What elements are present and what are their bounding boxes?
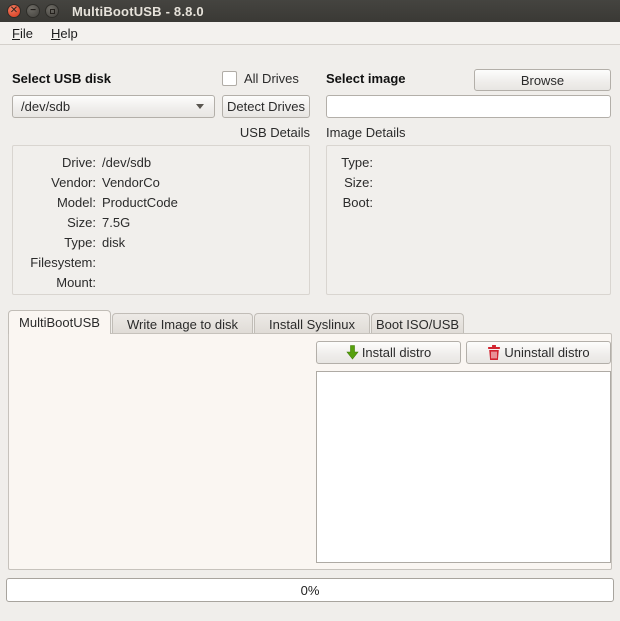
trash-icon [487,345,501,360]
browse-button[interactable]: Browse [474,69,611,91]
tab-write-image-to-disk[interactable]: Write Image to disk [112,313,253,334]
usb-detail-drive: Drive:/dev/sdb [13,153,309,173]
all-drives-label: All Drives [244,71,299,86]
minimize-icon: − [30,6,36,16]
uninstall-distro-button[interactable]: Uninstall distro [466,341,611,364]
usb-detail-model: Model:ProductCode [13,193,309,213]
distro-list[interactable] [316,371,611,563]
menu-file[interactable]: File [4,24,41,43]
usb-details-title: USB Details [12,125,310,140]
window-title: MultiBootUSB - 8.8.0 [72,4,204,19]
maximize-button[interactable] [45,4,59,18]
maximize-icon [50,9,55,14]
all-drives-checkbox[interactable]: All Drives [222,71,299,86]
install-arrow-icon [346,345,359,360]
minimize-button[interactable]: − [26,4,40,18]
usb-detail-type: Type:disk [13,233,309,253]
titlebar: ✕ − MultiBootUSB - 8.8.0 [0,0,620,22]
image-detail-boot: Boot: [327,193,610,213]
usb-disk-combobox[interactable]: /dev/sdb [12,95,215,118]
select-usb-disk-label: Select USB disk [12,71,111,86]
progress-bar: 0% [6,578,614,602]
image-detail-size: Size: [327,173,610,193]
usb-detail-vendor: Vendor:VendorCo [13,173,309,193]
image-details-panel: Type: Size: Boot: [326,145,611,295]
detect-drives-button[interactable]: Detect Drives [222,95,310,118]
usb-detail-mount: Mount: [13,273,309,293]
chevron-down-icon [196,104,204,109]
usb-details-panel: Drive:/dev/sdb Vendor:VendorCo Model:Pro… [12,145,310,295]
menu-help[interactable]: Help [43,24,86,43]
tab-multibootusb[interactable]: MultiBootUSB [8,310,111,334]
close-button[interactable]: ✕ [7,4,21,18]
progress-label: 0% [301,583,320,598]
menubar: File Help [0,22,620,45]
usb-detail-filesystem: Filesystem: [13,253,309,273]
tab-install-syslinux[interactable]: Install Syslinux [254,313,370,334]
image-path-input[interactable] [326,95,611,118]
usb-detail-size: Size:7.5G [13,213,309,233]
close-icon: ✕ [10,6,18,16]
tab-boot-iso-usb[interactable]: Boot ISO/USB [371,313,464,334]
multibootusb-window: ✕ − MultiBootUSB - 8.8.0 File Help Selec… [0,0,620,621]
select-image-label: Select image [326,71,406,86]
image-detail-type: Type: [327,153,610,173]
checkbox-icon [222,71,237,86]
install-distro-button[interactable]: Install distro [316,341,461,364]
image-details-title: Image Details [326,125,405,140]
combobox-value: /dev/sdb [21,99,196,114]
